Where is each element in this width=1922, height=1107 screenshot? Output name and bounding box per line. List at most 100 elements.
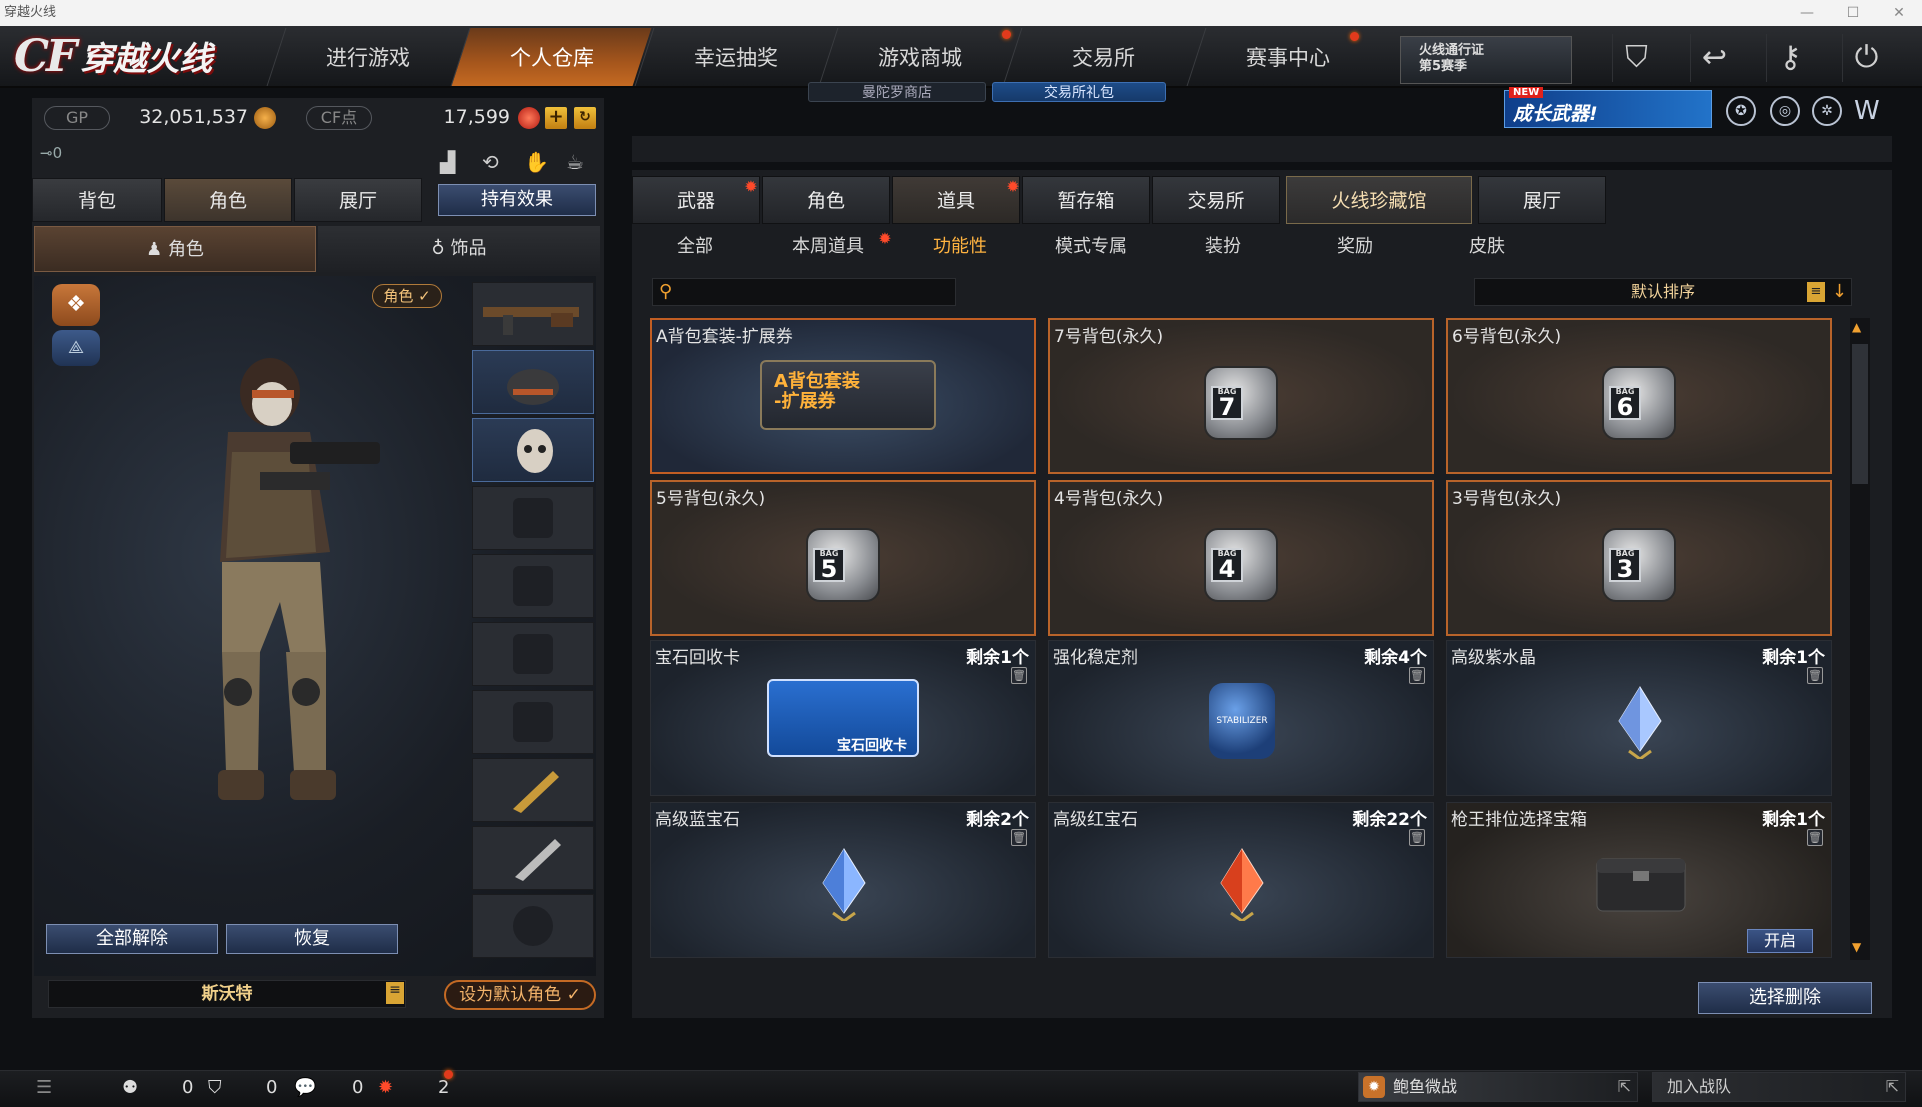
main-tab-exchange[interactable]: 交易所: [1152, 176, 1280, 224]
main-tab-characters[interactable]: 角色: [762, 176, 890, 224]
subtab-character[interactable]: ♟ 角色: [34, 226, 316, 272]
clan-shield-icon[interactable]: ⛉: [208, 1074, 222, 1102]
release-all-button[interactable]: 全部解除: [46, 924, 218, 954]
chat-bubble-icon[interactable]: 💬: [294, 1074, 316, 1102]
trash-icon[interactable]: 🗑: [1011, 829, 1027, 846]
slot-helmet[interactable]: [472, 350, 594, 414]
sort-list-icon[interactable]: ≡: [1807, 282, 1825, 302]
minimize-icon[interactable]: —: [1784, 0, 1830, 26]
slot-melee-1[interactable]: [472, 758, 594, 822]
subtab-weekly[interactable]: 本周道具: [776, 232, 880, 262]
role-tag[interactable]: 角色 ✓: [372, 284, 442, 308]
main-tab-weapons[interactable]: 武器: [632, 176, 760, 224]
wolf-emblem-icon[interactable]: ❖: [52, 284, 100, 326]
power-icon[interactable]: ⏻: [1842, 34, 1890, 82]
sort-dropdown[interactable]: 默认排序 ≡ ↓: [1474, 278, 1852, 306]
slot-accessory[interactable]: [472, 894, 594, 958]
slot-pouch[interactable]: [472, 622, 594, 686]
item-card[interactable]: 4号背包(永久) BAG 4: [1048, 480, 1434, 636]
slot-backpack[interactable]: [472, 554, 594, 618]
subtab-all[interactable]: 全部: [652, 232, 738, 262]
slot-vest[interactable]: [472, 486, 594, 550]
join-team-link[interactable]: 加入战队 ⇱: [1652, 1072, 1906, 1102]
nav-tab-play[interactable]: 进行游戏: [266, 28, 468, 86]
growth-weapon-banner[interactable]: NEW 成长武器!: [1504, 87, 1712, 128]
item-card[interactable]: 6号背包(永久) BAG 6: [1446, 318, 1832, 474]
effects-button[interactable]: 持有效果: [438, 184, 596, 216]
item-card[interactable]: 7号背包(永久) BAG 7: [1048, 318, 1434, 474]
slot-mask[interactable]: [472, 418, 594, 482]
external-link-icon[interactable]: ⇱: [1618, 1073, 1631, 1101]
subtab-skins[interactable]: 皮肤: [1444, 232, 1530, 262]
main-tab-storage[interactable]: 暂存箱: [1022, 176, 1150, 224]
key-icon[interactable]: ⚷: [1766, 34, 1814, 82]
shield-icon[interactable]: ⛉: [1612, 34, 1660, 82]
item-card[interactable]: 高级蓝宝石 剩余2个 🗑: [650, 802, 1036, 958]
trash-icon[interactable]: 🗑: [1807, 667, 1823, 684]
restore-button[interactable]: 恢复: [226, 924, 398, 954]
item-card[interactable]: 5号背包(永久) BAG 5: [650, 480, 1036, 636]
trash-icon[interactable]: 🗑: [1011, 667, 1027, 684]
item-card[interactable]: 枪王排位选择宝箱 剩余1个 🗑 开启: [1446, 802, 1832, 958]
trash-icon[interactable]: 🗑: [1409, 667, 1425, 684]
item-card[interactable]: 高级紫水晶 剩余1个 🗑: [1446, 640, 1832, 796]
rotate-icon[interactable]: ⟲: [482, 150, 499, 174]
w-logo-icon[interactable]: W: [1854, 96, 1880, 126]
subtab-accessory[interactable]: ♁ 饰品: [318, 226, 600, 272]
item-card[interactable]: A背包套装-扩展券 A背包套装 -扩展券: [650, 318, 1036, 474]
set-default-character-button[interactable]: 设为默认角色 ✓: [444, 980, 596, 1010]
open-button[interactable]: 开启: [1747, 929, 1813, 953]
gift-icon[interactable]: ✹: [378, 1074, 393, 1102]
scroll-up-icon[interactable]: ▲: [1852, 320, 1861, 334]
item-card[interactable]: 高级红宝石 剩余22个 🗑: [1048, 802, 1434, 958]
nav-tab-mall[interactable]: 游戏商城: [818, 28, 1020, 86]
left-tab-character[interactable]: 角色: [164, 178, 292, 222]
dropdown-list-icon[interactable]: ≡: [386, 982, 404, 1004]
nav-tab-lottery[interactable]: 幸运抽奖: [634, 28, 836, 86]
close-icon[interactable]: ✕: [1876, 0, 1922, 26]
gear-icon[interactable]: ✲: [1812, 96, 1842, 126]
recharge-button[interactable]: +: [545, 107, 567, 129]
subtab-dressup[interactable]: 装扮: [1180, 232, 1266, 262]
cup-icon[interactable]: ☕: [566, 150, 584, 174]
item-card[interactable]: 强化稳定剂 剩余4个 🗑 STABILIZER: [1048, 640, 1434, 796]
stats-icon[interactable]: ▟: [440, 150, 455, 174]
scroll-down-icon[interactable]: ▼: [1852, 940, 1861, 954]
slot-pants[interactable]: [472, 690, 594, 754]
left-tab-showroom[interactable]: 展厅: [294, 178, 422, 222]
slot-melee-2[interactable]: [472, 826, 594, 890]
hand-icon[interactable]: ✋: [524, 150, 549, 174]
return-icon[interactable]: ↩: [1690, 34, 1738, 82]
main-tab-showroom[interactable]: 展厅: [1478, 176, 1606, 224]
sort-arrow-down-icon[interactable]: ↓: [1832, 279, 1847, 305]
friends-icon[interactable]: ⚉: [122, 1074, 138, 1102]
team-emblem-icon[interactable]: ⟁: [52, 330, 100, 366]
select-delete-button[interactable]: 选择删除: [1698, 982, 1872, 1014]
subtab-rewards[interactable]: 奖励: [1312, 232, 1398, 262]
refresh-button[interactable]: ↻: [574, 107, 596, 129]
trash-icon[interactable]: 🗑: [1409, 829, 1425, 846]
search-input[interactable]: [683, 281, 947, 303]
battle-pass-button[interactable]: 火线通行证 第5赛季: [1400, 36, 1572, 84]
nav-tab-exchange[interactable]: 交易所: [1002, 28, 1204, 86]
subnav-mandala-shop[interactable]: 曼陀罗商店: [808, 82, 986, 102]
slot-primary-weapon[interactable]: [472, 282, 594, 346]
subnav-exchange-gift[interactable]: 交易所礼包: [992, 82, 1166, 102]
trash-icon[interactable]: 🗑: [1807, 829, 1823, 846]
scroll-thumb[interactable]: [1852, 344, 1868, 484]
nav-tab-warehouse[interactable]: 个人仓库: [450, 28, 652, 86]
left-tab-bag[interactable]: 背包: [32, 178, 162, 222]
team-link[interactable]: ✹ 鲍鱼微战 ⇱: [1358, 1072, 1638, 1102]
external-link-icon[interactable]: ⇱: [1886, 1073, 1899, 1101]
item-card[interactable]: 宝石回收卡 剩余1个 🗑 宝石回收卡: [650, 640, 1036, 796]
main-tab-collection[interactable]: 火线珍藏馆: [1286, 176, 1472, 224]
subtab-functional[interactable]: 功能性: [910, 232, 1010, 262]
menu-icon[interactable]: ☰: [36, 1074, 52, 1102]
main-tab-items[interactable]: 道具: [892, 176, 1020, 224]
subtab-mode[interactable]: 模式专属: [1040, 232, 1142, 262]
badge-icon[interactable]: ✪: [1726, 96, 1756, 126]
item-card[interactable]: 3号背包(永久) BAG 3: [1446, 480, 1832, 636]
maximize-icon[interactable]: ☐: [1830, 0, 1876, 26]
globe-icon[interactable]: ◎: [1770, 96, 1800, 126]
character-name-select[interactable]: 斯沃特: [48, 980, 406, 1008]
